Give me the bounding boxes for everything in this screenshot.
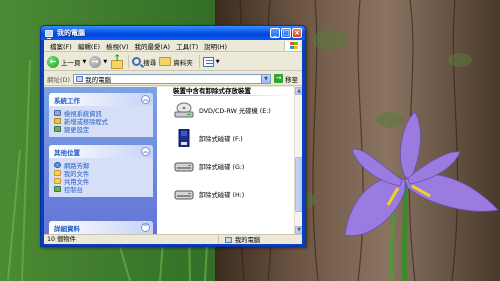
address-value: 我的電腦 <box>85 75 112 84</box>
details-header[interactable]: 詳細資料 ︾ <box>49 221 153 234</box>
task-label: 變更設定 <box>64 126 90 134</box>
control-panel-icon <box>54 126 61 132</box>
my-computer-icon <box>76 75 84 82</box>
content-pane: 裝置中含有卸除式存放裝置 DVD/CD-RW 光碟機 (E:) 卸除式磁碟 (F… <box>157 87 302 234</box>
folder-icon <box>54 178 61 184</box>
back-arrow-icon: ← <box>47 55 59 68</box>
system-tasks-list: 檢視系統資訊 新增或移除程式 變更設定 <box>49 106 153 137</box>
programs-icon <box>54 118 61 124</box>
folder-up-icon <box>110 54 124 69</box>
search-button[interactable]: 搜尋 <box>132 57 156 67</box>
forward-button[interactable]: → ▼ <box>89 55 107 68</box>
status-location: 我的電腦 <box>219 235 260 244</box>
chevron-down-icon[interactable]: ▼ <box>83 59 87 65</box>
system-info-icon <box>54 110 61 116</box>
drive-label: 卸除式磁碟 (G:) <box>199 163 245 171</box>
menu-favorites[interactable]: 我的最愛(A) <box>132 41 174 51</box>
menu-edit[interactable]: 編輯(E) <box>75 41 103 51</box>
other-places-list: 網路芳鄰 我的文件 共用文件 控制台 <box>49 158 153 197</box>
minimize-button[interactable]: _ <box>270 28 280 38</box>
folders-label: 資料夾 <box>173 58 193 67</box>
scroll-thumb[interactable] <box>295 157 302 212</box>
scroll-up-button[interactable]: ▲ <box>295 87 302 95</box>
system-tasks-header[interactable]: 系統工作 ︽ <box>49 93 153 106</box>
window-controls: _ □ × <box>270 28 302 38</box>
drive-label: DVD/CD-RW 光碟機 (E:) <box>199 107 271 115</box>
drive-item-g[interactable]: 卸除式磁碟 (G:) <box>173 157 244 175</box>
my-computer-icon <box>45 29 53 39</box>
views-icon <box>202 56 214 67</box>
network-icon <box>54 162 61 168</box>
section-title: 裝置中含有卸除式存放裝置 <box>173 87 251 95</box>
removable-drive-icon <box>174 162 194 172</box>
explorer-window: 我的電腦 _ □ × 檔案(F) 編輯(E) 檢視(V) 我的最愛(A) 工具(… <box>40 25 306 247</box>
toolbar-separator <box>128 55 130 68</box>
drive-item-h[interactable]: 卸除式磁碟 (H:) <box>173 185 244 203</box>
other-places-header[interactable]: 其他位置 ︽ <box>49 145 153 158</box>
task-change-settings[interactable]: 變更設定 <box>54 125 153 134</box>
control-panel-icon <box>54 186 61 192</box>
menu-file[interactable]: 檔案(F) <box>47 41 75 51</box>
removable-drive-icon <box>174 190 194 200</box>
address-bar: 網址(D) 我的電腦 ▼ → 移至 <box>44 72 302 86</box>
drive-item-e[interactable]: DVD/CD-RW 光碟機 (E:) <box>173 101 271 119</box>
forward-arrow-icon: → <box>89 55 102 68</box>
go-arrow-icon: → <box>274 74 284 83</box>
folder-icon <box>54 170 61 176</box>
close-button[interactable]: × <box>292 28 302 38</box>
scroll-down-button[interactable]: ▼ <box>295 226 302 234</box>
system-tasks-panel: 系統工作 ︽ 檢視系統資訊 新增或移除程式 變更設定 <box>49 93 153 137</box>
window-client: 檔案(F) 編輯(E) 檢視(V) 我的最愛(A) 工具(T) 說明(H) ← … <box>44 40 302 244</box>
chevron-down-icon[interactable]: ▼ <box>261 74 271 83</box>
task-pane: 系統工作 ︽ 檢視系統資訊 新增或移除程式 變更設定 其他位置 ︽ 網路芳鄰 我… <box>44 87 157 234</box>
chevron-down-icon[interactable]: ▼ <box>216 59 220 65</box>
search-icon <box>132 57 142 66</box>
windows-logo-icon <box>284 41 300 51</box>
drive-item-f[interactable]: 卸除式磁碟 (F:) <box>173 129 243 147</box>
address-field[interactable]: 我的電腦 ▼ <box>73 73 272 84</box>
drive-label: 卸除式磁碟 (H:) <box>199 191 245 199</box>
place-control-panel[interactable]: 控制台 <box>54 185 153 194</box>
status-bar: 10 個物件 我的電腦 <box>44 234 302 244</box>
address-label: 網址(D) <box>47 75 71 84</box>
toolbar: ← 上一頁 ▼ → ▼ 搜尋 資料夾 ▼ <box>44 53 302 71</box>
other-places-panel: 其他位置 ︽ 網路芳鄰 我的文件 共用文件 控制台 <box>49 145 153 197</box>
folder-icon <box>159 57 172 66</box>
toolbar-separator <box>198 55 200 68</box>
up-button[interactable] <box>110 54 124 69</box>
menu-tools[interactable]: 工具(T) <box>173 41 201 51</box>
go-button[interactable]: → 移至 <box>274 74 298 84</box>
section-divider <box>173 95 291 96</box>
search-label: 搜尋 <box>143 58 157 67</box>
back-label: 上一頁 <box>61 58 81 67</box>
expand-icon[interactable]: ︾ <box>141 223 150 232</box>
vertical-scrollbar[interactable]: ▲ ▼ <box>294 87 302 234</box>
other-places-title: 其他位置 <box>54 148 80 157</box>
folders-button[interactable]: 資料夾 <box>159 57 193 67</box>
collapse-icon[interactable]: ︽ <box>141 95 150 104</box>
drive-label: 卸除式磁碟 (F:) <box>199 135 243 143</box>
my-computer-icon <box>225 236 232 243</box>
maximize-button[interactable]: □ <box>281 28 291 38</box>
status-location-label: 我的電腦 <box>235 237 261 244</box>
window-title: 我的電腦 <box>57 29 85 37</box>
optical-drive-icon <box>174 102 194 118</box>
removable-card-icon <box>178 129 190 147</box>
menu-view[interactable]: 檢視(V) <box>103 41 132 51</box>
details-panel: 詳細資料 ︾ <box>49 221 153 234</box>
go-label: 移至 <box>285 75 299 84</box>
status-object-count: 10 個物件 <box>44 235 219 244</box>
menu-bar: 檔案(F) 編輯(E) 檢視(V) 我的最愛(A) 工具(T) 說明(H) <box>44 40 302 52</box>
place-label: 控制台 <box>64 186 83 194</box>
menu-help[interactable]: 說明(H) <box>201 41 230 51</box>
title-bar[interactable]: 我的電腦 _ □ × <box>41 26 305 40</box>
back-button[interactable]: ← 上一頁 ▼ <box>47 55 87 68</box>
chevron-down-icon[interactable]: ▼ <box>103 59 107 65</box>
details-title: 詳細資料 <box>54 224 80 233</box>
system-tasks-title: 系統工作 <box>54 96 80 105</box>
views-button[interactable]: ▼ <box>202 56 220 67</box>
collapse-icon[interactable]: ︽ <box>141 147 150 156</box>
